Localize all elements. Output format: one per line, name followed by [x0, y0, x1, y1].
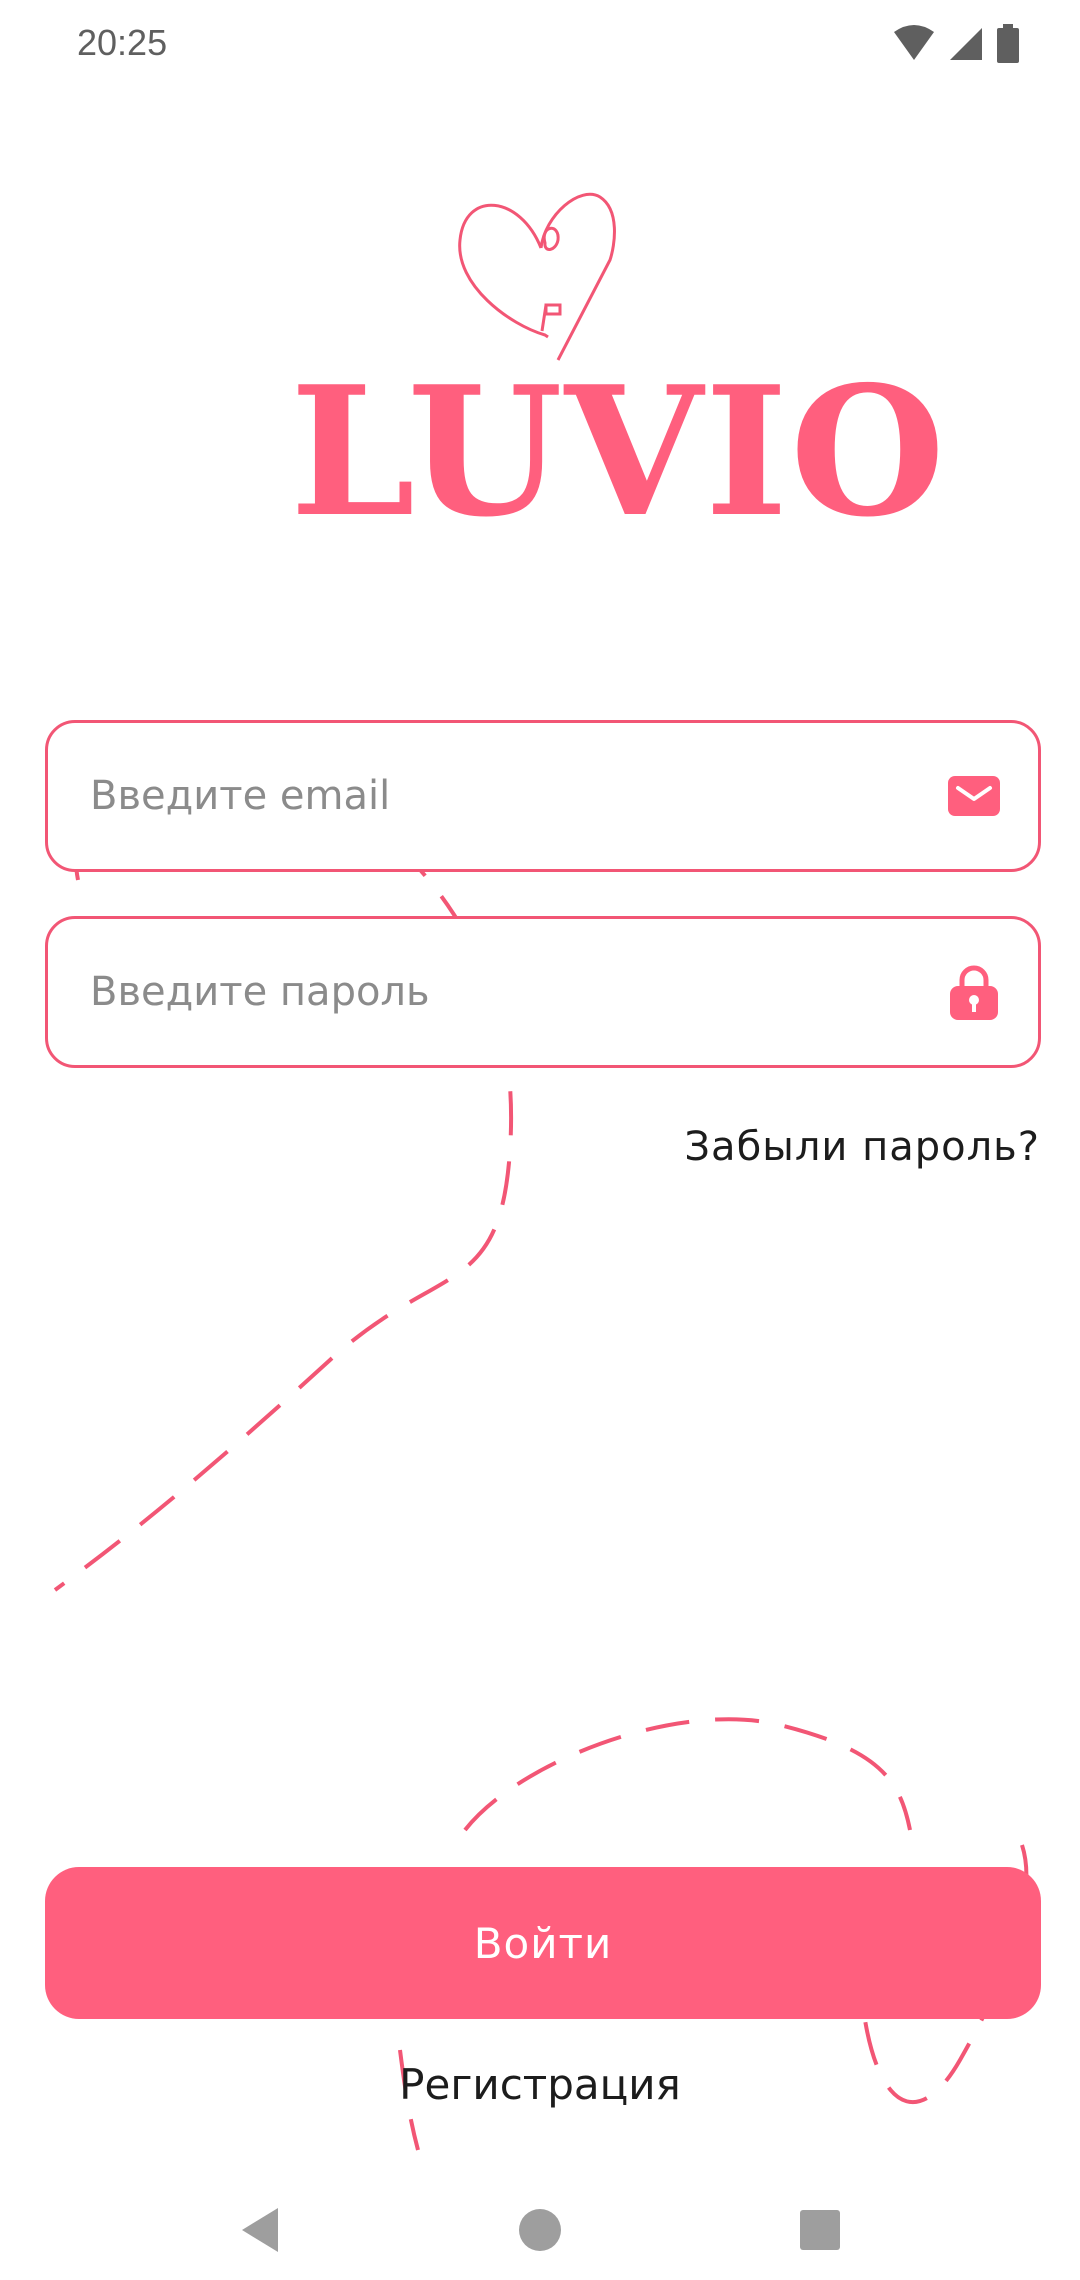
back-icon[interactable]	[232, 2200, 292, 2260]
forgot-password-link[interactable]: Забыли пароль?	[684, 1124, 1040, 1170]
logo-text: LUVIO	[290, 347, 948, 556]
system-nav-bar	[0, 2160, 1080, 2280]
email-field[interactable]	[45, 720, 1041, 872]
password-field[interactable]	[45, 916, 1041, 1068]
password-input[interactable]	[90, 919, 910, 1065]
lock-icon[interactable]	[946, 964, 1002, 1020]
app-logo: LUVIO	[290, 185, 948, 556]
email-input[interactable]	[90, 723, 910, 869]
home-icon[interactable]	[510, 2200, 570, 2260]
status-icons	[892, 24, 1020, 64]
battery-icon	[997, 24, 1019, 63]
wifi-alert-icon	[894, 25, 934, 62]
login-button[interactable]: Войти	[45, 1867, 1041, 2019]
status-time: 20:25	[77, 22, 168, 63]
register-link[interactable]: Регистрация	[0, 2060, 1080, 2109]
mail-icon[interactable]	[946, 768, 1002, 824]
recents-icon[interactable]	[790, 2200, 850, 2260]
cell-signal-icon	[950, 28, 982, 60]
status-bar: 20:25	[0, 0, 1080, 90]
